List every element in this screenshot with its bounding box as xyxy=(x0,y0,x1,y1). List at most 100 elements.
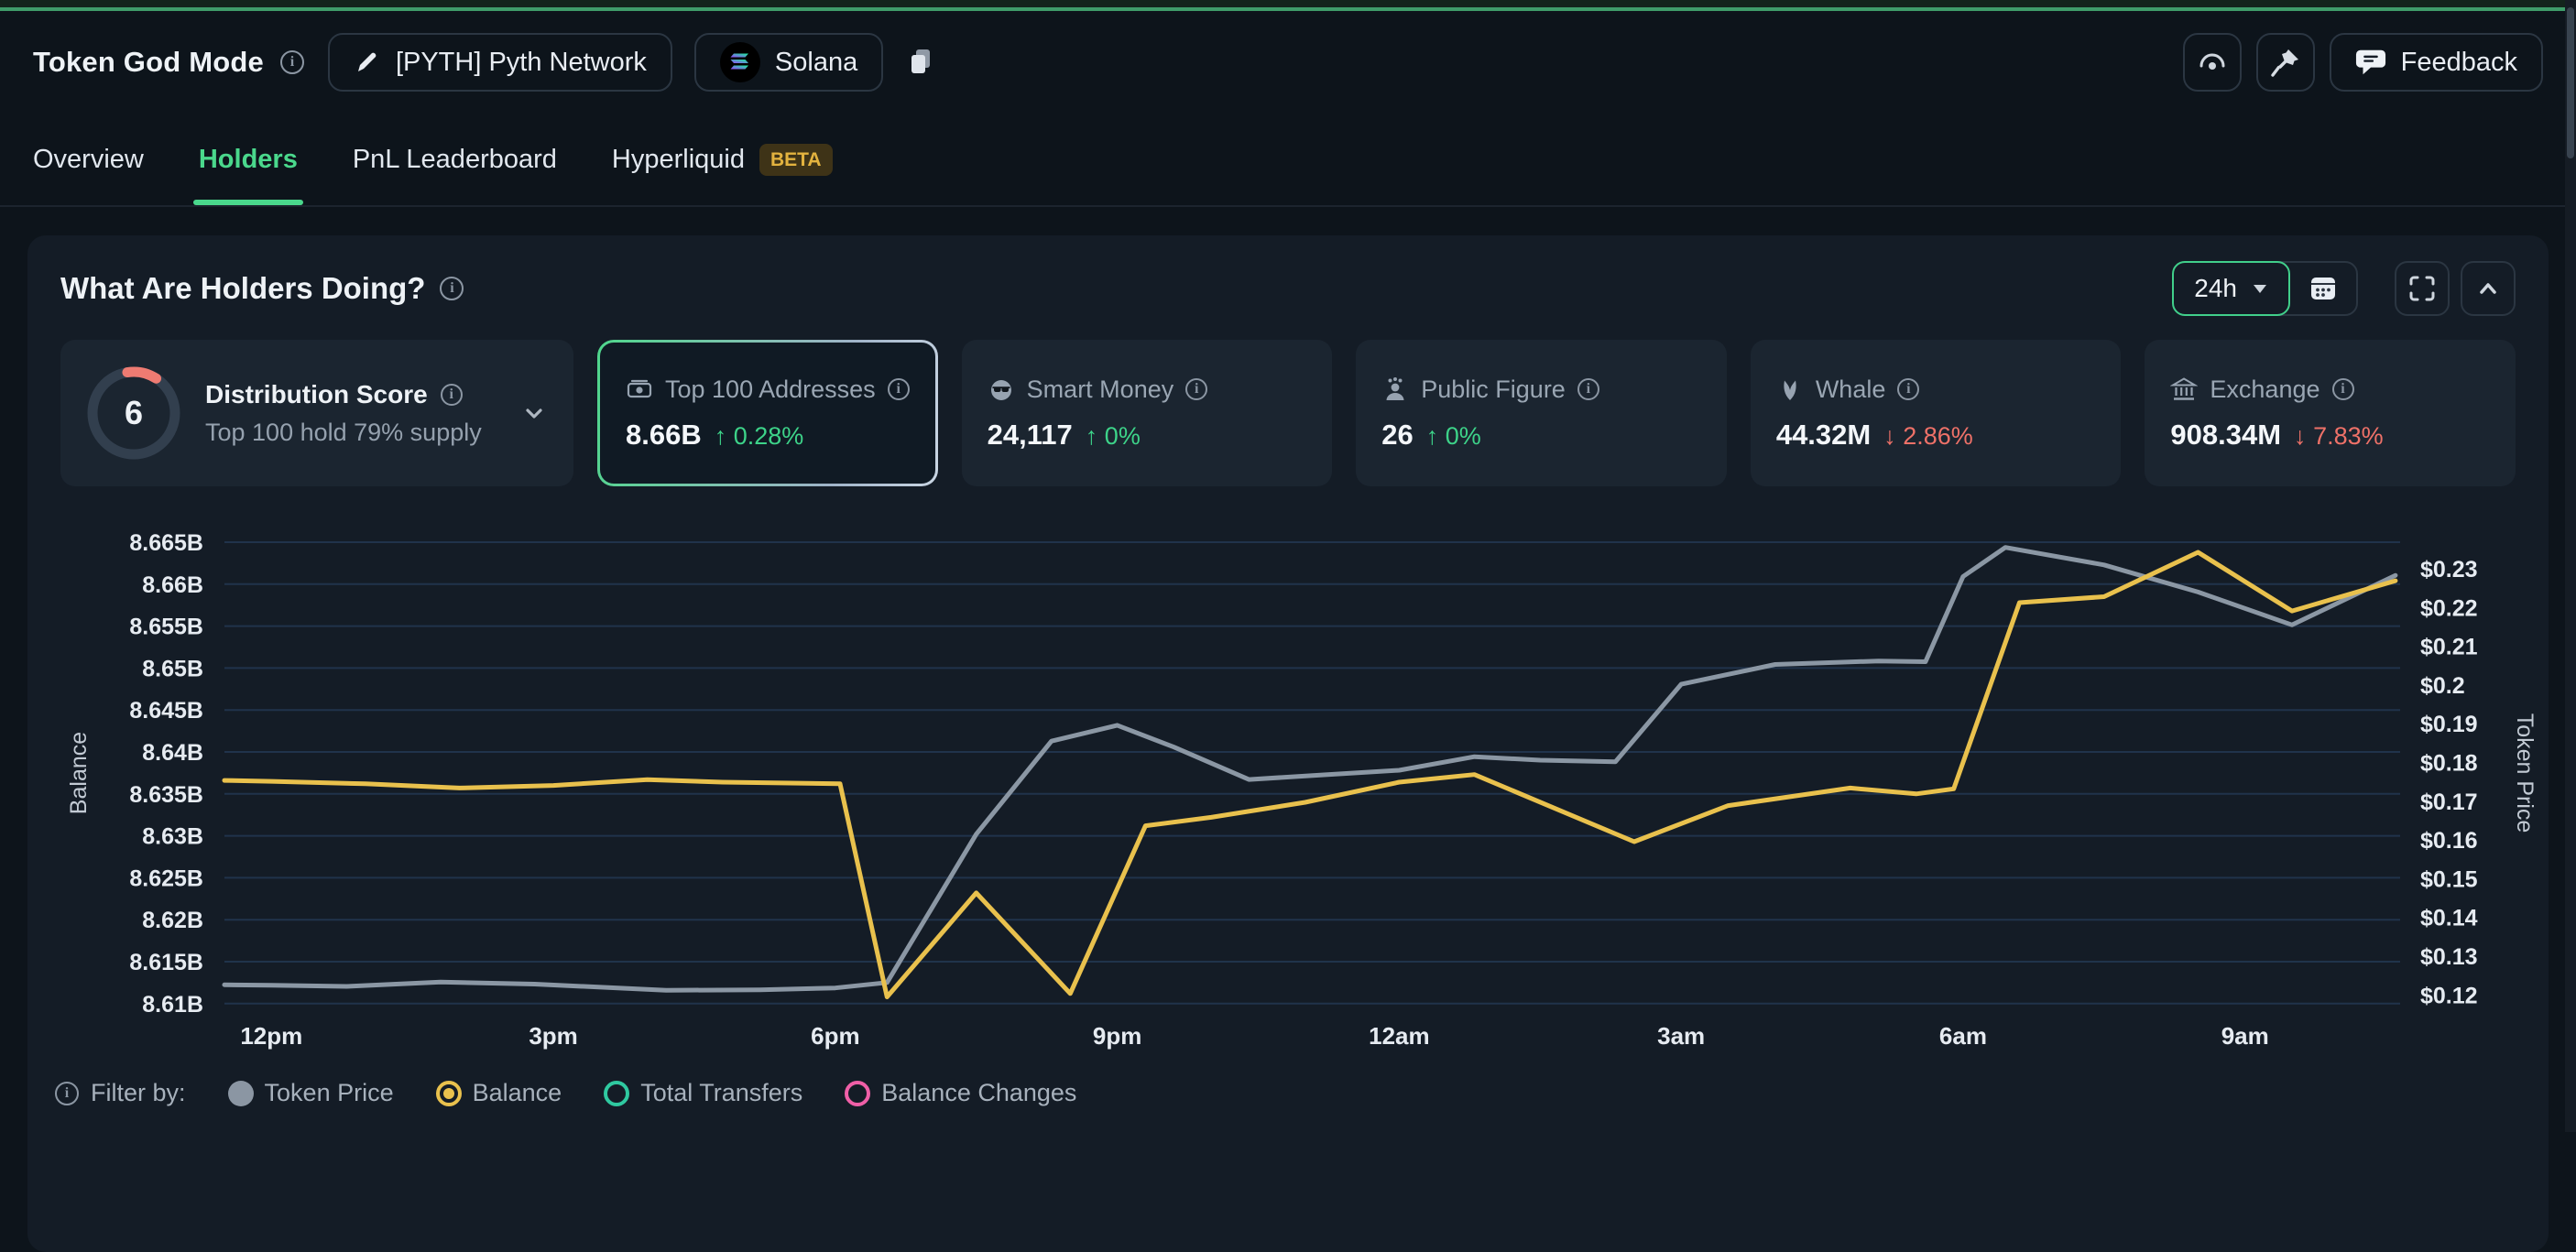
legend-prefix: Filter by: xyxy=(55,1079,186,1107)
filter-label: Token Price xyxy=(265,1079,394,1107)
filter-label: Balance Changes xyxy=(881,1079,1076,1107)
legend-info-icon[interactable] xyxy=(55,1082,79,1105)
stat-change: ↑ 0.28% xyxy=(715,422,804,451)
left-axis-tick: 8.645B xyxy=(129,698,203,724)
stat-label: Top 100 Addresses xyxy=(665,376,876,404)
tab-hyperliquid[interactable]: Hyperliquid BETA xyxy=(612,114,833,205)
fullscreen-icon xyxy=(2407,273,2438,304)
balance-changes-marker-icon xyxy=(845,1081,870,1106)
distribution-score-value: 6 xyxy=(86,365,181,461)
distribution-score-card[interactable]: 6 Distribution Score Top 100 hold 79% su… xyxy=(60,340,573,486)
filter-balance-changes[interactable]: Balance Changes xyxy=(845,1079,1076,1107)
right-axis-tick: $0.19 xyxy=(2420,712,2478,737)
holders-balance-price-chart[interactable]: 8.665B8.66B8.655B8.65B8.645B8.64B8.635B8… xyxy=(27,498,2549,1066)
public-figure-icon xyxy=(1381,376,1409,403)
collapse-button[interactable] xyxy=(2461,261,2516,316)
chart-filter-legend: Filter by: Token Price Balance Total Tra… xyxy=(55,1079,2549,1107)
scrollbar-thumb[interactable] xyxy=(2567,7,2574,158)
tab-holders[interactable]: Holders xyxy=(199,114,298,205)
stat-info-icon[interactable] xyxy=(888,378,910,400)
stat-value: 908.34M xyxy=(2170,419,2281,452)
panel-header: What Are Holders Doing? 24h xyxy=(60,261,2516,316)
chain-select-button[interactable]: Solana xyxy=(694,33,883,92)
cash-icon xyxy=(626,376,653,403)
filter-total-transfers[interactable]: Total Transfers xyxy=(604,1079,802,1107)
feedback-label: Feedback xyxy=(2401,48,2517,78)
right-axis-tick: $0.21 xyxy=(2420,635,2478,660)
left-axis-tick: 8.64B xyxy=(142,740,203,766)
whale-icon xyxy=(1776,376,1804,403)
holder-stats-row: 6 Distribution Score Top 100 hold 79% su… xyxy=(60,340,2516,486)
stat-change: ↑ 0% xyxy=(1086,422,1141,451)
right-axis-title: Token Price xyxy=(2512,713,2538,833)
left-axis-tick: 8.615B xyxy=(129,950,203,975)
panel-title: What Are Holders Doing? xyxy=(60,271,425,306)
timeframe-group: 24h xyxy=(2172,261,2358,316)
left-axis-tick: 8.665B xyxy=(129,530,203,556)
feedback-button[interactable]: Feedback xyxy=(2330,33,2543,92)
right-axis-tick: $0.14 xyxy=(2420,906,2478,931)
x-axis-tick: 3pm xyxy=(529,1022,577,1050)
distribution-score-subtitle: Top 100 hold 79% supply xyxy=(205,419,482,447)
stat-card-top100-addresses[interactable]: Top 100 Addresses 8.66B ↑ 0.28% xyxy=(600,343,935,484)
title-info-icon[interactable] xyxy=(280,50,304,74)
stat-info-icon[interactable] xyxy=(1897,378,1919,400)
tab-label: Overview xyxy=(33,145,144,175)
distribution-score-gauge: 6 xyxy=(86,365,181,461)
tab-bar: Overview Holders PnL Leaderboard Hyperli… xyxy=(0,114,2576,207)
filter-token-price[interactable]: Token Price xyxy=(228,1079,394,1107)
chevron-down-icon[interactable] xyxy=(520,399,548,427)
x-axis-tick: 9pm xyxy=(1093,1022,1141,1050)
stat-card-exchange[interactable]: Exchange 908.34M ↓ 7.83% xyxy=(2145,340,2516,486)
stat-value: 24,117 xyxy=(988,419,1073,452)
chat-bubble-icon xyxy=(2355,47,2386,78)
solana-icon xyxy=(720,42,760,82)
pencil-icon xyxy=(354,49,381,76)
token-select-button[interactable]: [PYTH] Pyth Network xyxy=(328,33,672,92)
stat-info-icon[interactable] xyxy=(1185,378,1207,400)
left-axis-tick: 8.63B xyxy=(142,824,203,850)
distribution-score-label: Distribution Score xyxy=(205,380,428,409)
stat-card-smart-money[interactable]: Smart Money 24,117 ↑ 0% xyxy=(962,340,1333,486)
beta-badge: BETA xyxy=(759,144,833,176)
right-axis-tick: $0.16 xyxy=(2420,828,2478,854)
panel-info-icon[interactable] xyxy=(440,277,464,300)
chain-label: Solana xyxy=(775,48,857,78)
left-axis-title: Balance xyxy=(66,732,92,814)
right-axis-tick: $0.15 xyxy=(2420,866,2478,892)
stat-change: ↓ 2.86% xyxy=(1883,422,1973,451)
tab-pnl-leaderboard[interactable]: PnL Leaderboard xyxy=(353,114,557,205)
stat-info-icon[interactable] xyxy=(2332,378,2354,400)
timeframe-dropdown[interactable]: 24h xyxy=(2172,261,2290,316)
stat-value: 26 xyxy=(1381,419,1413,452)
pin-icon xyxy=(2270,47,2301,78)
stat-card-whale[interactable]: Whale 44.32M ↓ 2.86% xyxy=(1751,340,2122,486)
panel-controls: 24h xyxy=(2172,261,2516,316)
stat-change: ↑ 0% xyxy=(1426,422,1481,451)
stat-label: Exchange xyxy=(2210,376,2319,404)
tab-overview[interactable]: Overview xyxy=(33,114,144,205)
left-axis-tick: 8.635B xyxy=(129,782,203,808)
chevron-up-icon xyxy=(2474,275,2502,302)
left-axis-tick: 8.61B xyxy=(142,992,203,1018)
total-transfers-marker-icon xyxy=(604,1081,629,1106)
copy-address-button[interactable] xyxy=(905,47,936,78)
page-scrollbar[interactable] xyxy=(2565,0,2576,1132)
x-axis-tick: 12am xyxy=(1369,1022,1430,1050)
distribution-score-info: Distribution Score Top 100 hold 79% supp… xyxy=(205,380,482,447)
stat-info-icon[interactable] xyxy=(1577,378,1599,400)
legend-prefix-label: Filter by: xyxy=(91,1079,186,1107)
right-axis-tick: $0.13 xyxy=(2420,944,2478,970)
stat-label: Public Figure xyxy=(1421,376,1566,404)
distribution-info-icon[interactable] xyxy=(441,384,463,406)
pin-button[interactable] xyxy=(2256,33,2315,92)
smart-money-icon xyxy=(988,376,1015,403)
fullscreen-button[interactable] xyxy=(2395,261,2450,316)
tab-label: Hyperliquid xyxy=(612,145,745,175)
watchlist-button[interactable] xyxy=(2183,33,2242,92)
filter-balance[interactable]: Balance xyxy=(436,1079,562,1107)
copy-icon xyxy=(905,47,936,78)
series-token-price xyxy=(224,548,2396,990)
stat-card-public-figure[interactable]: Public Figure 26 ↑ 0% xyxy=(1356,340,1727,486)
tab-label: Holders xyxy=(199,145,298,175)
